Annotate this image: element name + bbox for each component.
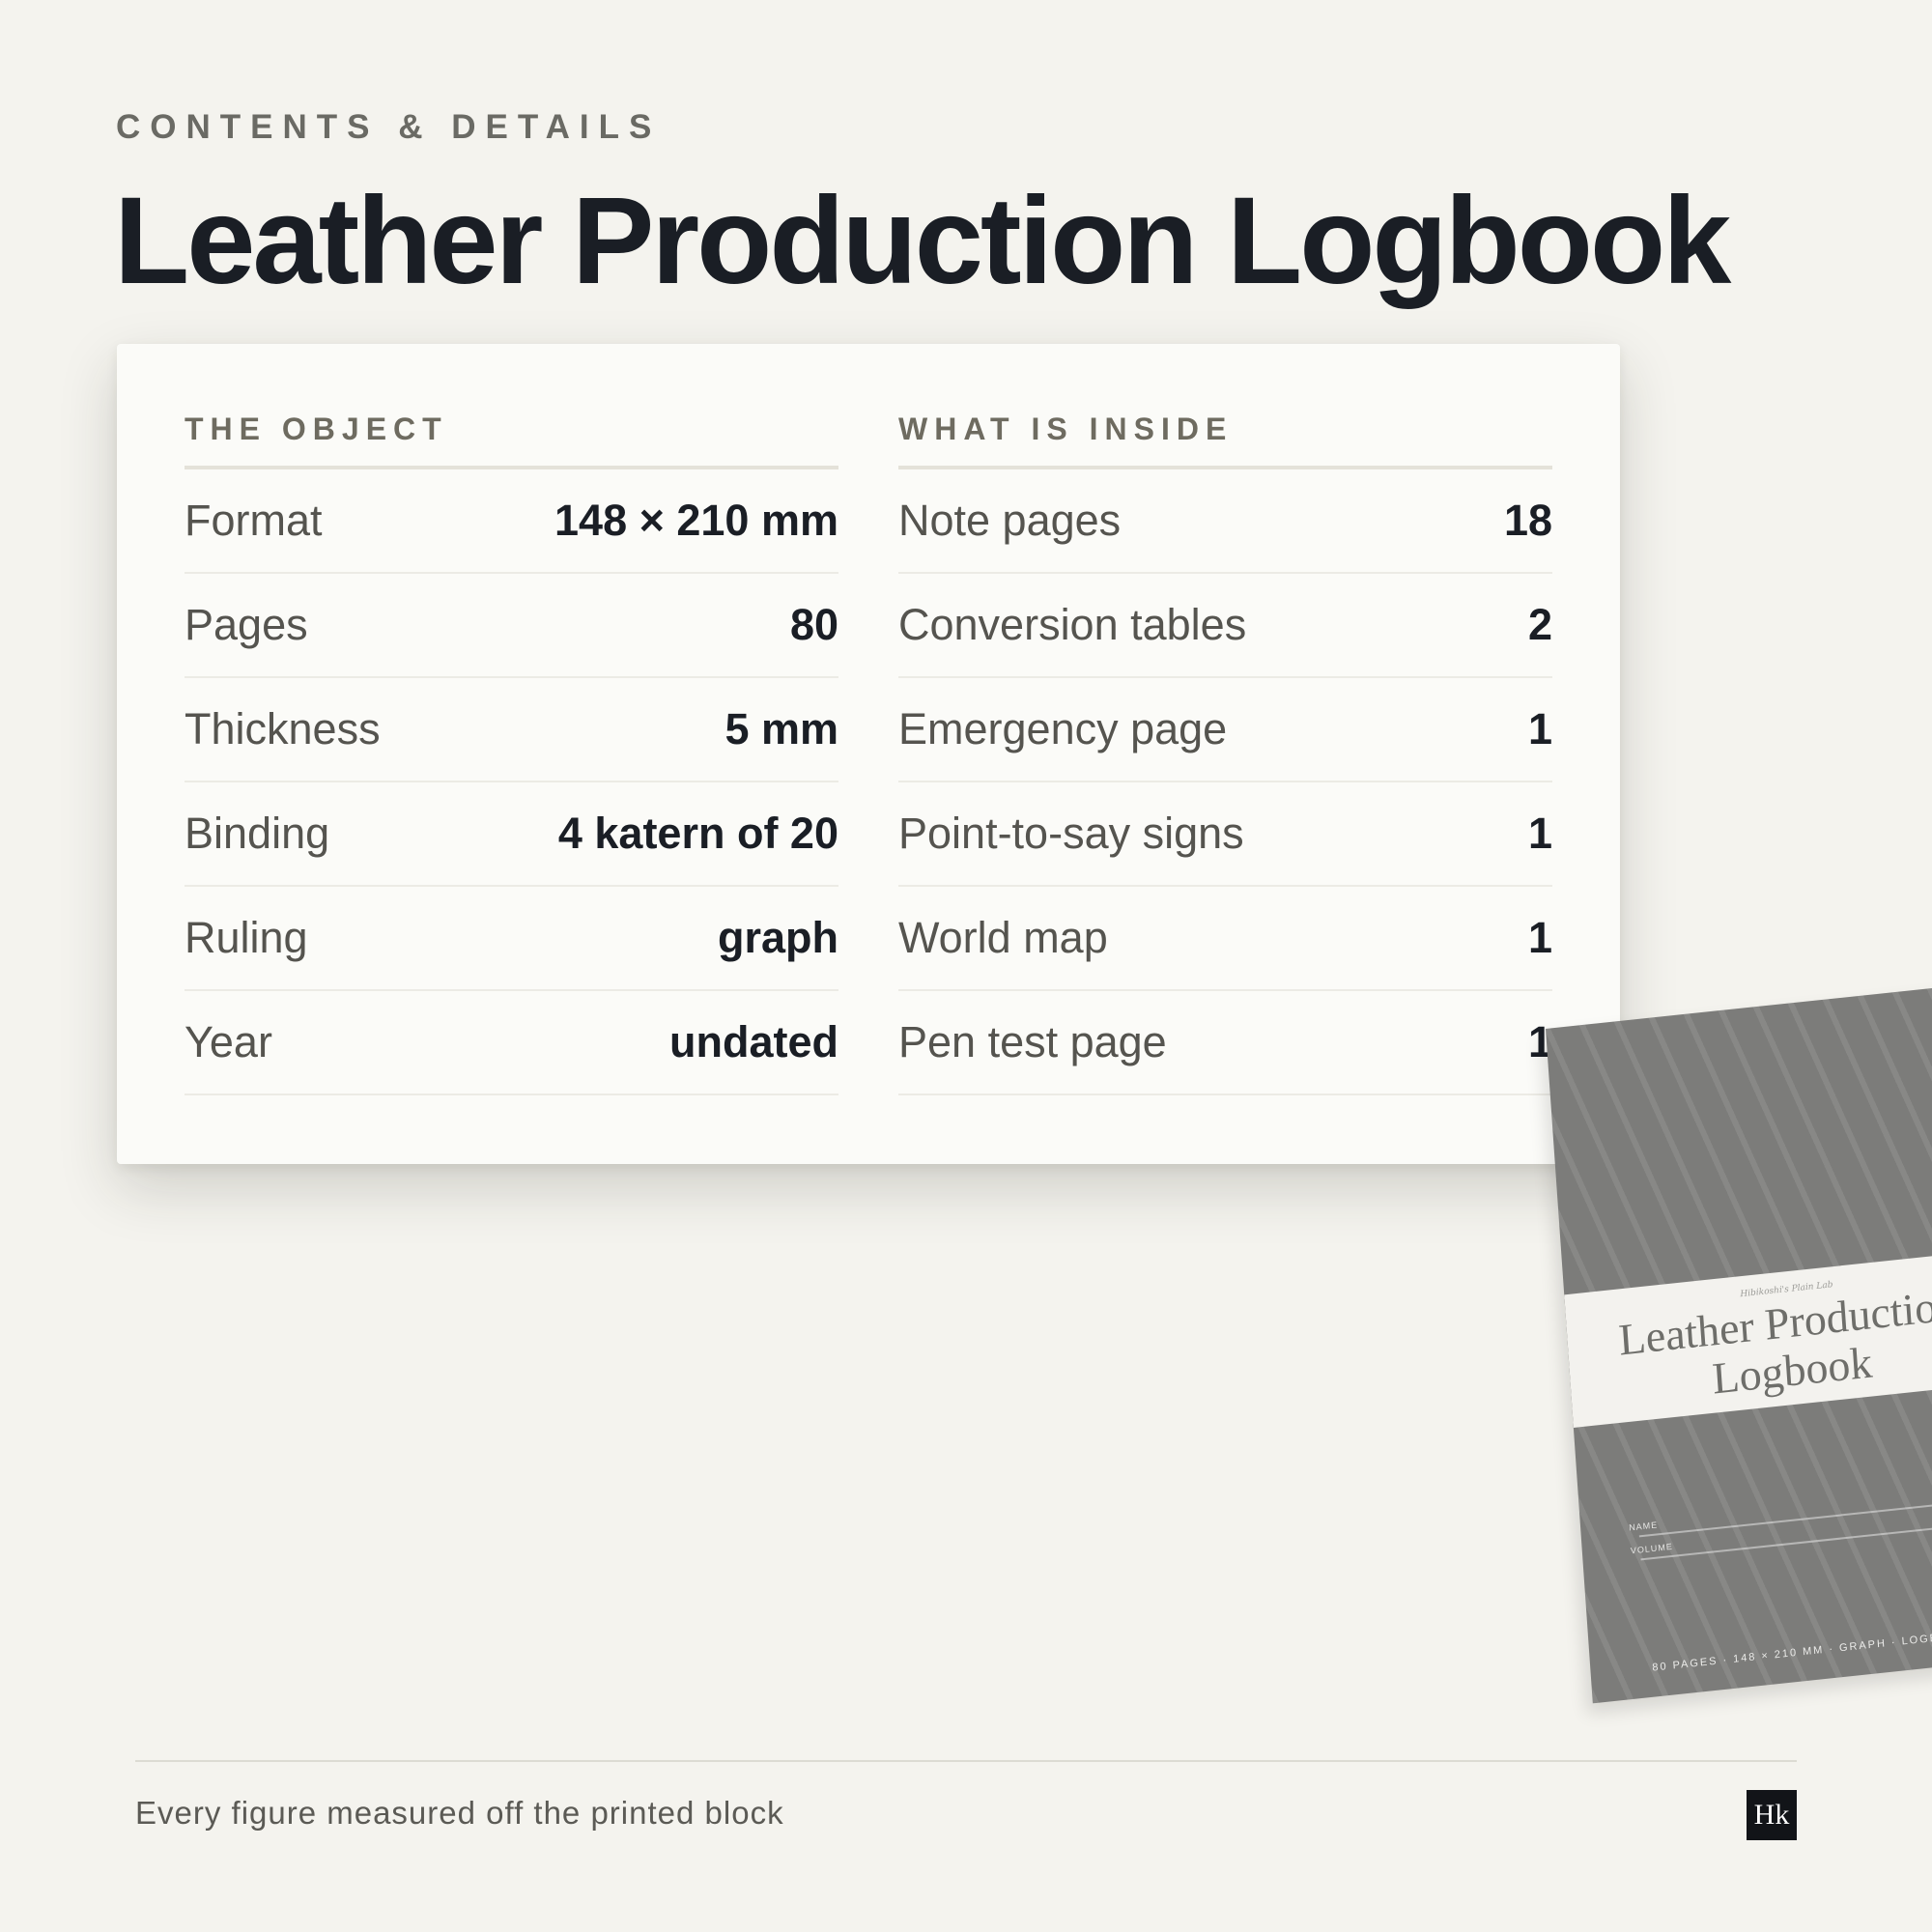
row-label: Ruling (185, 913, 308, 962)
row-value: 18 (1503, 496, 1552, 545)
cover-name-line (1638, 1494, 1932, 1538)
object-row-year: Year undated (185, 991, 838, 1095)
row-label: Note pages (898, 496, 1122, 545)
details-card: THE OBJECT Format 148 × 210 mm Pages 80 … (117, 344, 1620, 1164)
row-value: 1 (1527, 913, 1552, 962)
row-value: 80 (789, 600, 838, 649)
inside-heading: WHAT IS INSIDE (898, 410, 1552, 469)
object-column: THE OBJECT Format 148 × 210 mm Pages 80 … (185, 410, 838, 1095)
brand-logo-icon: Hk (1747, 1790, 1797, 1840)
cover-footer: 80 PAGES · 148 × 210 MM · GRAPH · LOGBOO… (1652, 1629, 1932, 1674)
object-row-thickness: Thickness 5 mm (185, 678, 838, 782)
footer-divider (135, 1760, 1797, 1762)
row-value: 1 (1527, 704, 1552, 753)
cover-title-band: Hibikoshi's Plain Lab Leather Production… (1564, 1248, 1932, 1428)
cover-volume-label: VOLUME (1630, 1541, 1674, 1556)
cover-name-label: NAME (1628, 1520, 1659, 1533)
row-value: 1 (1527, 809, 1552, 858)
row-label: Pen test page (898, 1017, 1167, 1066)
object-row-pages: Pages 80 (185, 574, 838, 678)
booklet-cover-image: Hibikoshi's Plain Lab Leather Production… (1546, 981, 1932, 1704)
row-label: Pages (185, 600, 308, 649)
row-value: 2 (1527, 600, 1552, 649)
row-value: graph (717, 913, 838, 962)
row-label: Format (185, 496, 323, 545)
inside-row-pen-test: Pen test page 1 (898, 991, 1552, 1095)
row-value: 148 × 210 mm (554, 496, 838, 545)
footer-note: Every figure measured off the printed bl… (135, 1795, 784, 1831)
row-label: Thickness (185, 704, 381, 753)
inside-row-world-map: World map 1 (898, 887, 1552, 991)
object-row-ruling: Ruling graph (185, 887, 838, 991)
row-value: 5 mm (724, 704, 838, 753)
object-heading: THE OBJECT (185, 410, 838, 469)
row-label: World map (898, 913, 1108, 962)
row-label: Year (185, 1017, 272, 1066)
eyebrow-label: CONTENTS & DETAILS (116, 108, 662, 146)
object-row-binding: Binding 4 katern of 20 (185, 782, 838, 887)
row-label: Conversion tables (898, 600, 1247, 649)
inside-row-emergency-page: Emergency page 1 (898, 678, 1552, 782)
row-label: Emergency page (898, 704, 1228, 753)
object-row-format: Format 148 × 210 mm (185, 469, 838, 574)
inside-row-conversion-tables: Conversion tables 2 (898, 574, 1552, 678)
row-value: 4 katern of 20 (557, 809, 838, 858)
cover-volume-line (1640, 1518, 1932, 1561)
row-label: Binding (185, 809, 330, 858)
inside-row-point-to-say: Point-to-say signs 1 (898, 782, 1552, 887)
row-value: undated (669, 1017, 838, 1066)
inside-row-note-pages: Note pages 18 (898, 469, 1552, 574)
row-label: Point-to-say signs (898, 809, 1244, 858)
page-title: Leather Production Logbook (114, 172, 1731, 310)
inside-column: WHAT IS INSIDE Note pages 18 Conversion … (898, 410, 1552, 1095)
